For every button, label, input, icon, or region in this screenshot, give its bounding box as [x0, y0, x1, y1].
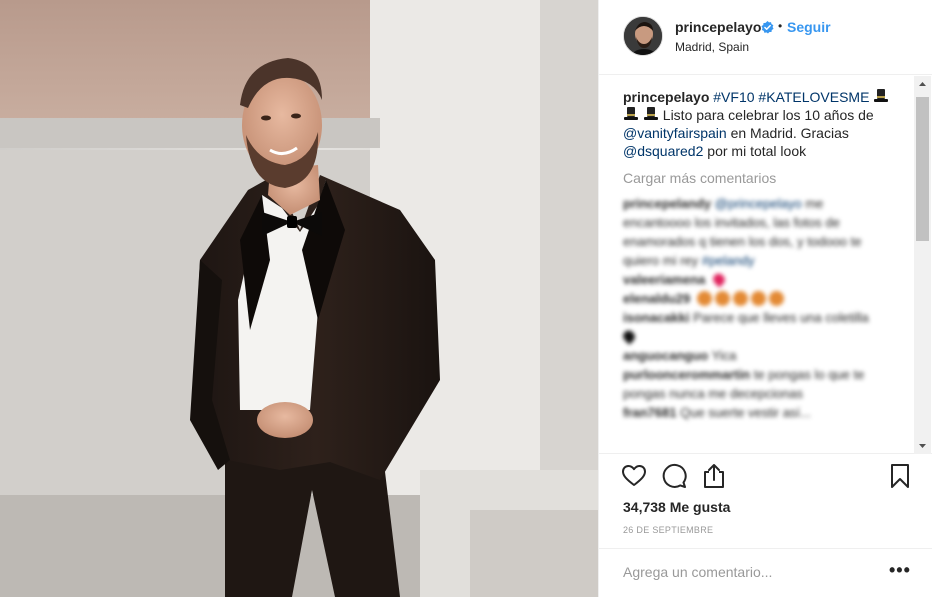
- comment-item: elenaldu29: [623, 289, 889, 308]
- verified-badge-icon: [761, 21, 774, 34]
- comment-username[interactable]: elenaldu29: [623, 291, 690, 306]
- top-hat-emoji-icon: [874, 89, 889, 102]
- post-photo[interactable]: [0, 0, 598, 597]
- comment-item: valeeriamena: [623, 270, 889, 289]
- likes-count[interactable]: 34,738 Me gusta: [623, 499, 730, 515]
- location-link[interactable]: Madrid, Spain: [675, 40, 749, 54]
- man-in-tuxedo-photo: [0, 0, 598, 597]
- bookmark-icon[interactable]: [887, 463, 913, 489]
- comment-username[interactable]: princepelandy: [623, 196, 711, 211]
- scroll-up-arrow-icon[interactable]: [914, 76, 931, 93]
- load-more-comments-button[interactable]: Cargar más comentarios: [623, 170, 776, 186]
- caption-username[interactable]: princepelayo: [623, 89, 709, 105]
- follow-button[interactable]: Seguir: [787, 19, 831, 35]
- hashtag-link[interactable]: #VF10: [713, 89, 754, 105]
- comment-username[interactable]: isonacakki: [623, 310, 690, 325]
- avatar-image: [624, 17, 662, 55]
- comment-text: Yica: [711, 348, 737, 363]
- black-heart-emoji-icon: [620, 328, 638, 345]
- face-emoji-icon: [750, 291, 766, 306]
- face-emoji-icon: [732, 291, 748, 306]
- hashtag-link[interactable]: #pelandy: [702, 253, 755, 268]
- post-date[interactable]: 26 DE SEPTIEMBRE: [623, 525, 713, 535]
- comment-username[interactable]: valeeriamena: [623, 272, 705, 287]
- comment-text: Parece que lleves una coletilla: [693, 310, 869, 325]
- blurred-comments: princepelandy @princepelayo me encantooo…: [620, 194, 889, 422]
- caption-text: Listo para celebrar los 10 años de: [662, 107, 874, 123]
- heart-emoji-icon: [710, 271, 728, 288]
- top-hat-emoji-icon: [643, 107, 658, 120]
- hashtag-link[interactable]: #KATELOVESME: [758, 89, 869, 105]
- comment-username[interactable]: fran7681: [623, 405, 676, 420]
- share-upload-icon[interactable]: [701, 463, 727, 489]
- comments-list[interactable]: princepelayo #VF10 #KATELOVESME Listo pa…: [599, 76, 932, 454]
- comment-username[interactable]: purlooncerommartin: [623, 367, 750, 382]
- mention-link[interactable]: @vanityfairspain: [623, 125, 727, 141]
- comment-item: fran7681 Que suerte vestir así...: [623, 403, 889, 422]
- face-emoji-icon: [714, 291, 730, 306]
- mention-link[interactable]: @dsquared2: [623, 143, 703, 159]
- caption-text: en Madrid. Gracias: [730, 125, 849, 141]
- mention-link[interactable]: @princepelayo: [715, 196, 802, 211]
- comment-bubble-icon[interactable]: [661, 463, 687, 489]
- header-username[interactable]: princepelayo: [675, 19, 761, 35]
- post-side-panel: princepelayo • Seguir Madrid, Spain prin…: [598, 0, 932, 597]
- scroll-down-arrow-icon[interactable]: [914, 437, 931, 454]
- caption-text: por mi total look: [707, 143, 807, 159]
- comment-item: purlooncerommartin te pongas lo que te p…: [623, 365, 889, 403]
- scrollbar-thumb[interactable]: [916, 97, 929, 241]
- add-comment-section: •••: [599, 548, 932, 597]
- post-caption: princepelayo #VF10 #KATELOVESME Listo pa…: [623, 88, 905, 160]
- avatar[interactable]: [623, 16, 663, 56]
- comment-item: isonacakki Parece que lleves una coletil…: [620, 308, 889, 346]
- comment-input[interactable]: [623, 561, 873, 583]
- face-emoji-icon: [768, 291, 784, 306]
- header-separator: •: [778, 19, 783, 33]
- more-options-button[interactable]: •••: [889, 561, 911, 579]
- comment-item: princepelandy @princepelayo me encantooo…: [623, 194, 889, 270]
- top-hat-emoji-icon: [624, 107, 638, 120]
- comment-text: Que suerte vestir así...: [680, 405, 811, 420]
- comment-item: anguocanguo Yica: [623, 346, 889, 365]
- comment-username[interactable]: anguocanguo: [623, 348, 708, 363]
- post-header: princepelayo • Seguir Madrid, Spain: [599, 0, 932, 75]
- comments-scrollbar[interactable]: [914, 76, 931, 454]
- heart-icon[interactable]: [621, 463, 647, 489]
- post-actions: [599, 455, 932, 499]
- face-emoji-icon: [696, 291, 712, 306]
